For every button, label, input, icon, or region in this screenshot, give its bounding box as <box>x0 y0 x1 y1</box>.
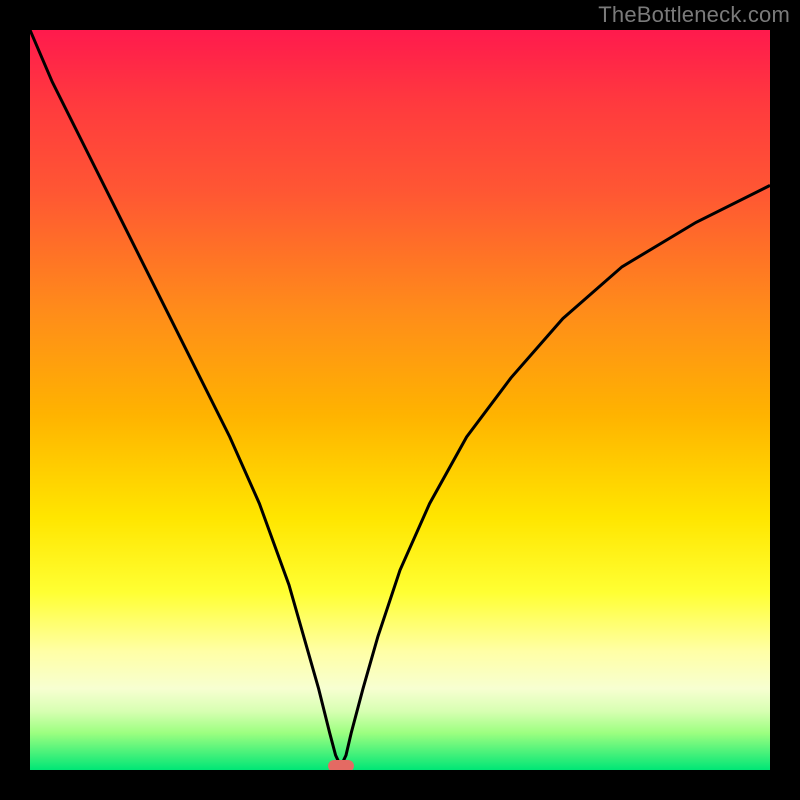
watermark-text: TheBottleneck.com <box>598 2 790 28</box>
bottleneck-curve <box>30 30 770 766</box>
chart-frame: TheBottleneck.com <box>0 0 800 800</box>
plot-area <box>30 30 770 770</box>
current-point-marker <box>328 760 354 770</box>
curve-layer <box>30 30 770 770</box>
